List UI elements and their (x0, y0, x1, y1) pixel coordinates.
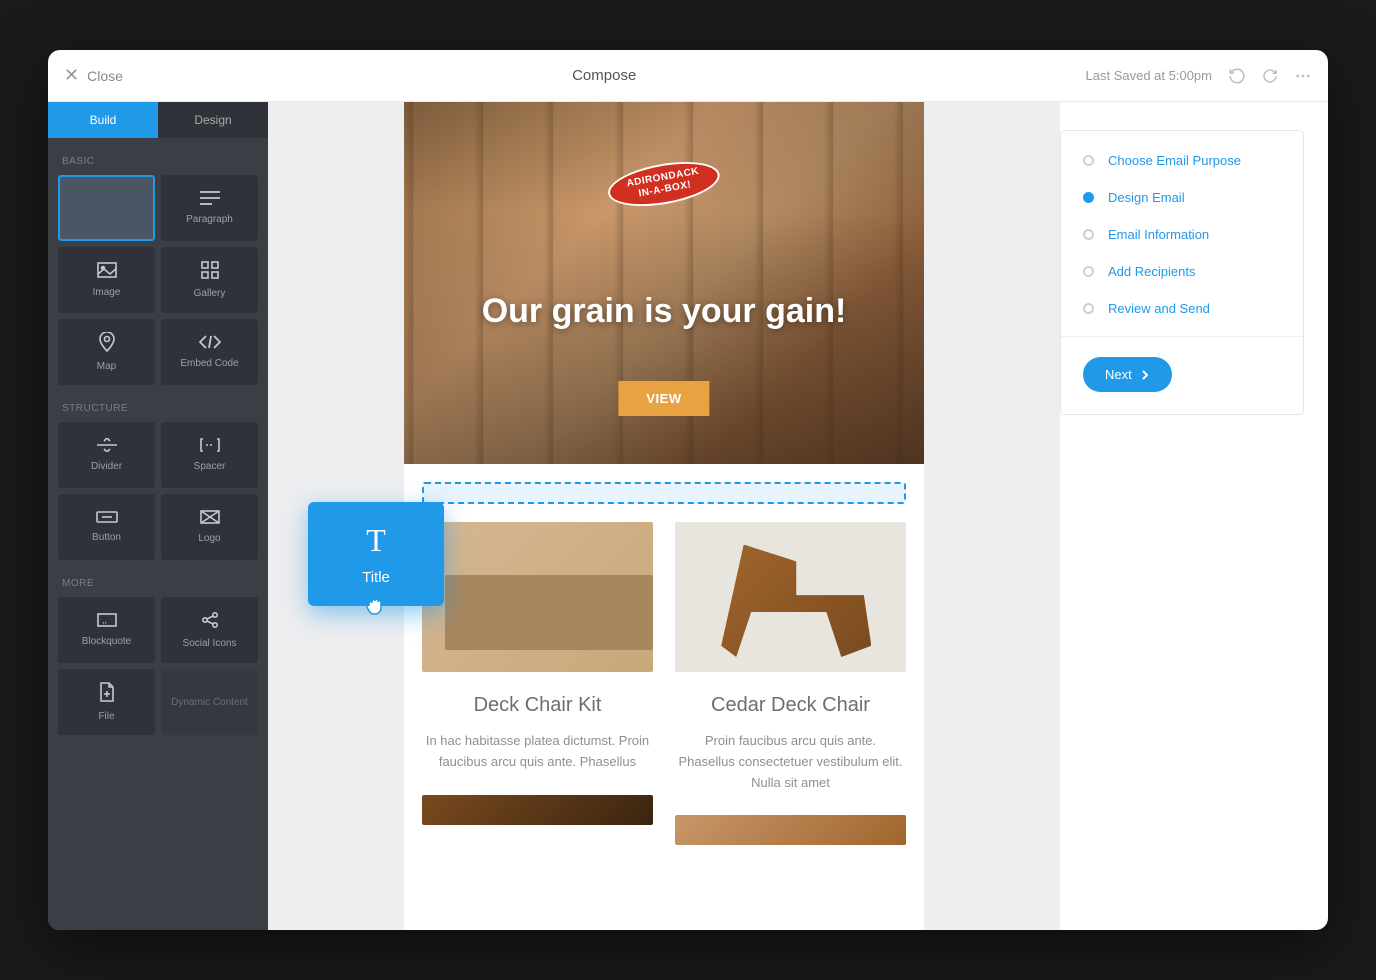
block-dynamic-content: Dynamic Content (161, 669, 258, 735)
undo-icon[interactable] (1228, 67, 1246, 85)
hero-section[interactable]: ADIRONDACKIN-A-BOX! Our grain is your ga… (404, 102, 924, 464)
step-design-email[interactable]: Design Email (1083, 190, 1281, 205)
grab-cursor-icon (363, 592, 389, 618)
product-image-2b (675, 815, 906, 845)
canvas-area[interactable]: ADIRONDACKIN-A-BOX! Our grain is your ga… (268, 102, 1060, 930)
sidebar-tabs: Build Design (48, 102, 268, 138)
gallery-icon (201, 261, 219, 282)
step-add-recipients[interactable]: Add Recipients (1083, 264, 1281, 279)
block-map-label: Map (97, 361, 116, 372)
block-button[interactable]: Button (58, 494, 155, 560)
step-email-information[interactable]: Email Information (1083, 227, 1281, 242)
title-icon: T (366, 522, 386, 559)
product-image-2 (675, 522, 906, 672)
step-list: Choose Email Purpose Design Email Email … (1061, 153, 1303, 337)
hero-headline[interactable]: Our grain is your gain! (404, 292, 924, 331)
button-icon (96, 511, 118, 526)
steps-panel: Choose Email Purpose Design Email Email … (1060, 130, 1304, 415)
block-social-label: Social Icons (183, 638, 237, 649)
chevron-right-icon (1140, 370, 1150, 380)
block-paragraph[interactable]: Paragraph (161, 175, 258, 241)
block-embed-code[interactable]: Embed Code (161, 319, 258, 385)
block-gallery-label: Gallery (194, 288, 226, 299)
sidebar: Build Design BASIC Paragraph Image (48, 102, 268, 930)
block-image-label: Image (93, 287, 121, 298)
image-icon (97, 262, 117, 281)
block-image[interactable]: Image (58, 247, 155, 313)
block-divider-label: Divider (91, 461, 122, 472)
spacer-icon (200, 438, 220, 455)
block-dynamic-label: Dynamic Content (171, 696, 248, 709)
redo-icon[interactable] (1262, 68, 1278, 84)
block-spacer-label: Spacer (194, 461, 226, 472)
step-dot-icon (1083, 155, 1094, 166)
block-social[interactable]: Social Icons (161, 597, 258, 663)
section-more-grid: ,, Blockquote Social Icons File Dynamic … (48, 597, 268, 735)
block-blockquote-label: Blockquote (82, 636, 131, 647)
product-title-1: Deck Chair Kit (422, 694, 653, 717)
step-review-send[interactable]: Review and Send (1083, 301, 1281, 316)
section-structure-grid: Divider Spacer Button Logo (48, 422, 268, 560)
product-card-2[interactable]: Cedar Deck Chair Proin faucibus arcu qui… (675, 522, 906, 845)
block-spacer[interactable]: Spacer (161, 422, 258, 488)
step-dot-icon (1083, 266, 1094, 277)
section-structure-label: STRUCTURE (48, 385, 268, 422)
block-map[interactable]: Map (58, 319, 155, 385)
block-button-label: Button (92, 532, 121, 543)
block-logo-label: Logo (198, 533, 220, 544)
block-file[interactable]: File (58, 669, 155, 735)
code-icon (199, 335, 221, 352)
product-image-1b (422, 795, 653, 825)
dragging-label: Title (362, 569, 390, 586)
block-blockquote[interactable]: ,, Blockquote (58, 597, 155, 663)
section-basic-label: BASIC (48, 138, 268, 175)
preview-body: Deck Chair Kit In hac habitasse platea d… (404, 464, 924, 863)
page-title: Compose (123, 67, 1086, 84)
dropzone[interactable] (422, 482, 906, 504)
close-label: Close (87, 68, 123, 84)
map-pin-icon (98, 332, 116, 355)
more-icon[interactable] (1294, 67, 1312, 85)
email-preview: ADIRONDACKIN-A-BOX! Our grain is your ga… (404, 102, 924, 930)
step-dot-icon (1083, 229, 1094, 240)
topbar: ✕ Close Compose Last Saved at 5:00pm (48, 50, 1328, 102)
product-image-1 (422, 522, 653, 672)
share-icon (201, 611, 219, 632)
block-gallery[interactable]: Gallery (161, 247, 258, 313)
quote-icon: ,, (97, 613, 117, 630)
block-divider[interactable]: Divider (58, 422, 155, 488)
divider-icon (97, 438, 117, 455)
close-button[interactable]: ✕ Close (64, 65, 123, 86)
block-logo[interactable]: Logo (161, 494, 258, 560)
product-row: Deck Chair Kit In hac habitasse platea d… (422, 522, 906, 845)
step-dot-icon (1083, 192, 1094, 203)
tab-design[interactable]: Design (158, 102, 268, 138)
topbar-right: Last Saved at 5:00pm (1086, 67, 1312, 85)
block-blank[interactable] (58, 175, 155, 241)
product-title-2: Cedar Deck Chair (675, 694, 906, 717)
hero-badge: ADIRONDACKIN-A-BOX! (605, 154, 724, 213)
body: Build Design BASIC Paragraph Image (48, 102, 1328, 930)
logo-icon (200, 510, 220, 527)
block-paragraph-label: Paragraph (186, 214, 233, 225)
next-button[interactable]: Next (1083, 357, 1172, 392)
product-desc-2: Proin faucibus arcu quis ante. Phasellus… (675, 731, 906, 793)
app-window: ✕ Close Compose Last Saved at 5:00pm Bui… (48, 50, 1328, 930)
dragging-title-block[interactable]: T Title (308, 502, 444, 606)
last-saved-label: Last Saved at 5:00pm (1086, 68, 1212, 83)
section-basic-grid: Paragraph Image Gallery Map Embed Code (48, 175, 268, 385)
product-card-1[interactable]: Deck Chair Kit In hac habitasse platea d… (422, 522, 653, 845)
section-more-label: MORE (48, 560, 268, 597)
block-file-label: File (98, 711, 114, 722)
file-icon (99, 682, 115, 705)
hero-cta-button[interactable]: VIEW (618, 381, 709, 416)
close-icon: ✕ (64, 65, 79, 86)
step-choose-purpose[interactable]: Choose Email Purpose (1083, 153, 1281, 168)
paragraph-icon (200, 191, 220, 208)
svg-text:,,: ,, (102, 615, 107, 625)
block-embed-label: Embed Code (180, 358, 238, 369)
step-dot-icon (1083, 303, 1094, 314)
tab-build[interactable]: Build (48, 102, 158, 138)
product-desc-1: In hac habitasse platea dictumst. Proin … (422, 731, 653, 773)
